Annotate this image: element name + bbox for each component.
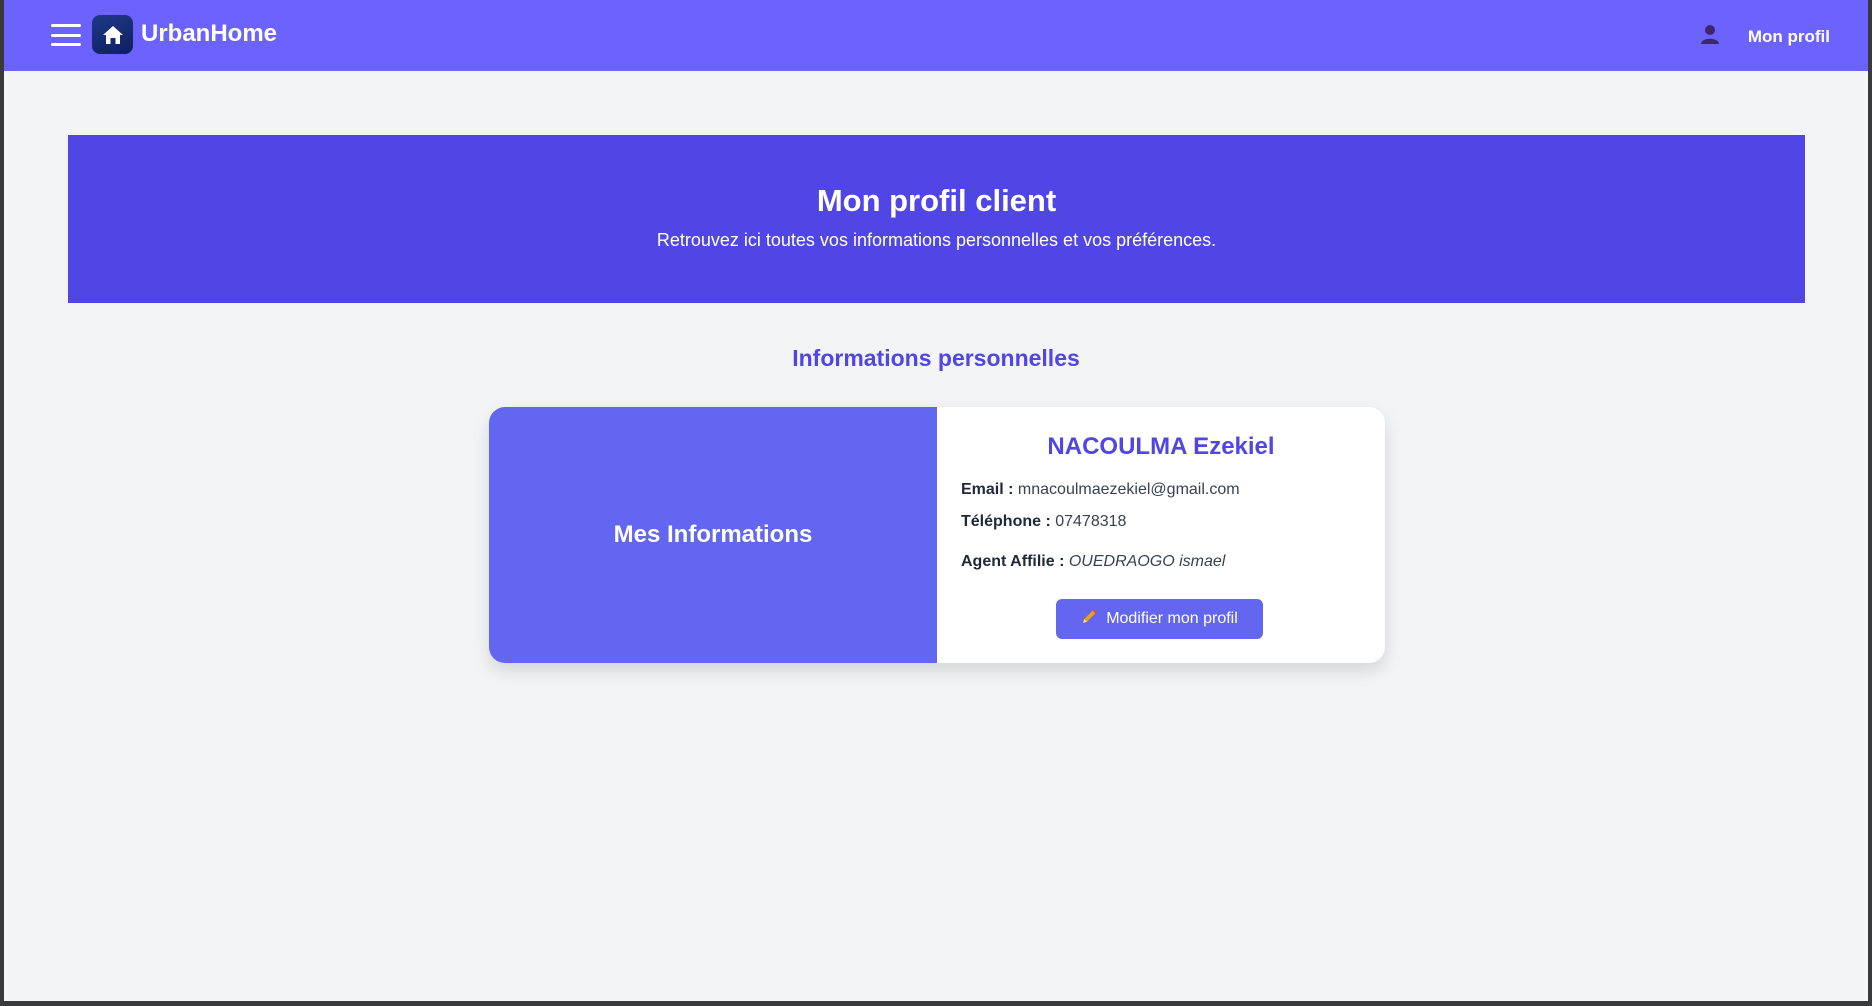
top-navbar: UrbanHome Mon profil — [4, 0, 1868, 71]
user-icon — [1698, 22, 1722, 51]
card-left-title: Mes Informations — [613, 521, 813, 548]
email-row: Email : mnacoulmaezekiel@gmail.com — [961, 481, 1240, 499]
brand-name[interactable]: UrbanHome — [141, 20, 277, 48]
phone-row: Téléphone : 07478318 — [961, 513, 1126, 531]
hamburger-menu-icon[interactable] — [51, 24, 81, 46]
page-title: Mon profil client — [816, 183, 1057, 218]
edit-profile-button[interactable]: Modifier mon profil — [1056, 599, 1263, 639]
profile-card: Mes Informations NACOULMA Ezekiel Email … — [489, 407, 1385, 663]
edit-profile-label: Modifier mon profil — [1106, 610, 1238, 627]
profile-banner: Mon profil client Retrouvez ici toutes v… — [68, 135, 1805, 303]
home-icon[interactable] — [92, 15, 133, 54]
card-left-panel: Mes Informations — [489, 407, 937, 663]
email-value: mnacoulmaezekiel@gmail.com — [1017, 481, 1240, 498]
page-subtitle: Retrouvez ici toutes vos informations pe… — [656, 230, 1217, 250]
phone-value: 07478318 — [1055, 513, 1127, 530]
app-window: UrbanHome Mon profil Mon profil client R… — [4, 0, 1868, 1001]
client-name: NACOULMA Ezekiel — [1047, 433, 1275, 460]
agent-label: Agent Affilie : — [961, 553, 1065, 570]
agent-value: OUEDRAOGO ismael — [1068, 553, 1226, 570]
phone-label: Téléphone : — [961, 513, 1051, 530]
card-right-panel: NACOULMA Ezekiel Email : mnacoulmaezekie… — [937, 407, 1385, 663]
agent-row: Agent Affilie : OUEDRAOGO ismael — [961, 553, 1225, 571]
profile-link[interactable]: Mon profil — [1698, 22, 1830, 51]
profile-label: Mon profil — [1747, 26, 1830, 46]
email-label: Email : — [961, 481, 1014, 498]
section-title: Informations personnelles — [792, 345, 1080, 371]
pencil-icon — [1081, 608, 1098, 630]
